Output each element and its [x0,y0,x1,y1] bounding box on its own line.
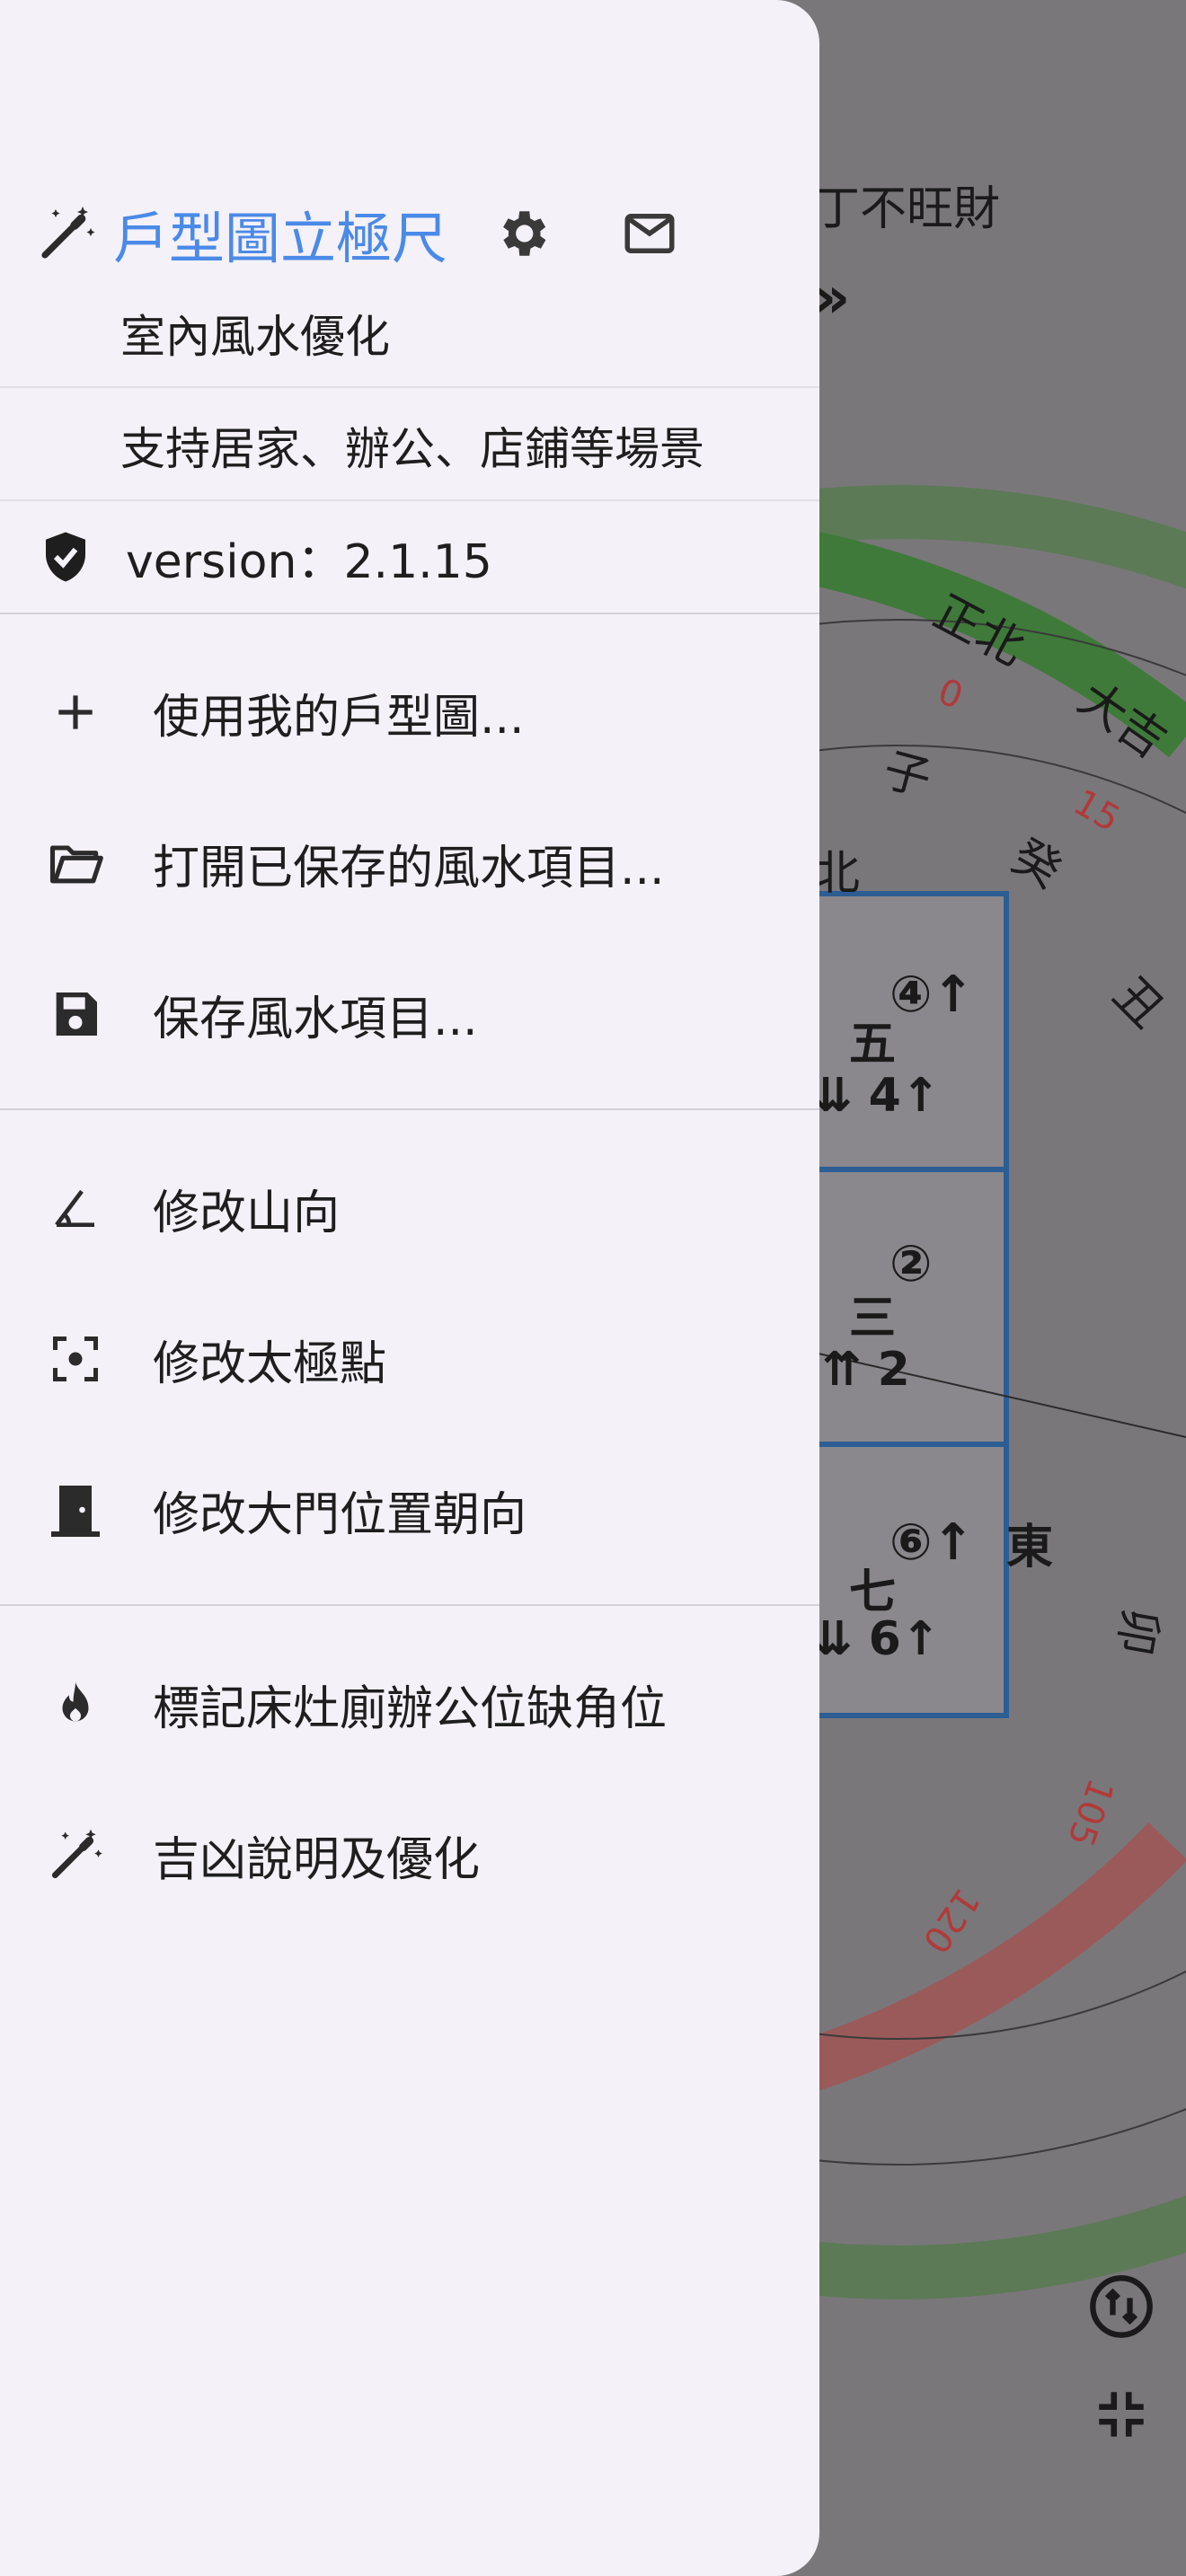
bg-top-text: 丁不旺財 [813,182,1001,236]
version-text: version：2.1.15 [126,534,492,589]
menu-item-use-floorplan[interactable]: 使用我的戶型圖... [0,645,819,780]
bg-palace-3-arrows: ⇊ 6↑ [813,1612,941,1666]
menu-item-label: 修改大門位置朝向 [153,1487,527,1542]
menu-item-label: 標記床灶廁辦公位缺角位 [153,1681,668,1736]
bg-label-bei: 北 [813,847,861,901]
bg-label-east: 東 [1006,1521,1054,1575]
magic-wand-icon [40,1819,111,1891]
bg-palace-1-num: ④↑ [890,966,975,1024]
swap-vertical-icon[interactable] [1087,2272,1155,2341]
menu-item-fortune-explanation[interactable]: 吉凶說明及優化 [0,1787,819,1922]
door-icon [40,1474,111,1546]
app-title: 戶型圖立極尺 [113,206,448,271]
bg-palace-1-arrows: ⇊ 4↑ [813,1069,941,1123]
menu-item-open-project[interactable]: 打開已保存的風水項目... [0,796,819,931]
menu-item-label: 保存風水項目... [153,992,478,1046]
menu-item-edit-center[interactable]: 修改太極點 [0,1292,819,1426]
divider [0,613,819,614]
menu-item-label: 打開已保存的風水項目... [153,841,665,895]
gear-icon[interactable] [492,204,552,263]
version-row: version：2.1.15 [0,521,819,593]
menu-item-edit-direction[interactable]: 修改山向 [0,1141,819,1275]
mail-icon[interactable] [620,204,679,263]
divider [0,1108,819,1110]
save-icon [40,978,111,1050]
drawer-subtitle: 室內風水優化 [120,311,390,363]
divider [0,499,819,501]
center-focus-icon [40,1323,111,1395]
angle-icon [40,1172,111,1244]
fire-icon [40,1668,111,1740]
menu-item-mark-positions[interactable]: 標記床灶廁辦公位缺角位 [0,1636,819,1771]
folder-open-icon [40,827,111,899]
verified-shield-icon [36,527,95,587]
divider [0,1604,819,1606]
bg-palace-3-num: ⑥↑ [890,1513,975,1572]
menu-item-label: 修改山向 [153,1186,341,1240]
plus-icon [40,676,111,748]
menu-item-label: 使用我的戶型圖... [153,690,525,745]
drawer-header: 戶型圖立極尺 [0,189,819,278]
magic-wand-icon [34,201,99,266]
menu-item-edit-door[interactable]: 修改大門位置朝向 [0,1442,819,1577]
menu-item-save-project[interactable]: 保存風水項目... [0,947,819,1081]
drawer-scenarios: 支持居家、辦公、店鋪等場景 [120,423,704,475]
menu-item-label: 修改太極點 [153,1337,387,1391]
collapse-fullscreen-icon[interactable] [1092,2385,1151,2444]
bg-palace-2-num: ② [890,1235,933,1293]
divider [0,386,819,388]
bg-palace-2-arrows: ⇈ 2 [822,1343,910,1397]
navigation-drawer: 戶型圖立極尺 室內風水優化 支持居家、辦公、店鋪等場景 version：2.1.… [0,0,819,2576]
menu-item-label: 吉凶說明及優化 [153,1832,481,1887]
